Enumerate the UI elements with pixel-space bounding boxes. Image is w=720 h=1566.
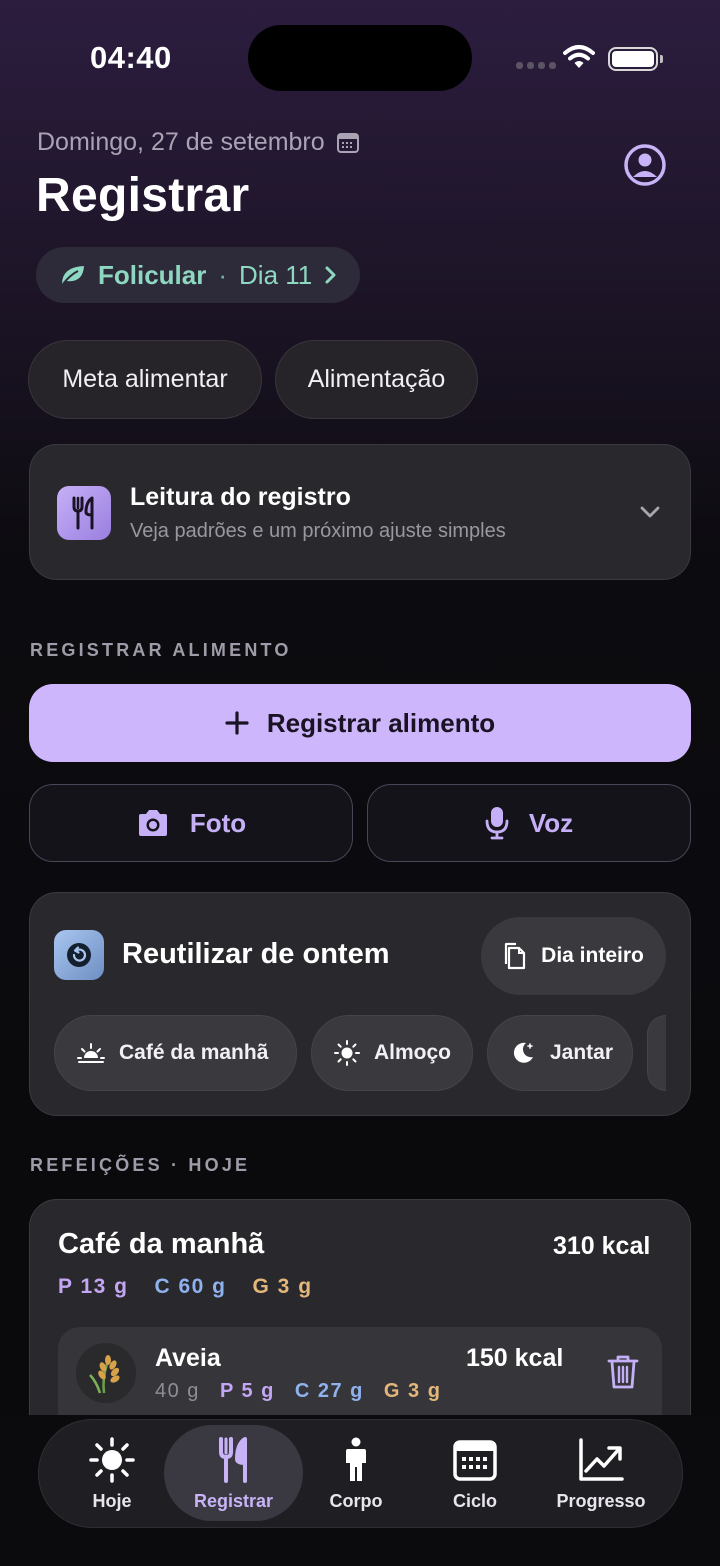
page-title: Registrar xyxy=(36,169,250,222)
register-food-button[interactable]: Registrar alimento xyxy=(29,684,691,762)
food-item-protein: P 5 g xyxy=(219,1380,275,1402)
trend-chart-icon xyxy=(579,1438,624,1481)
phase-separator: · xyxy=(218,259,228,290)
reuse-lunch-chip[interactable]: Almoço xyxy=(311,1015,473,1091)
section-heading-log: REGISTRAR ALIMENTO xyxy=(30,640,292,660)
tab-registrar[interactable]: Registrar xyxy=(164,1425,303,1521)
leaf-icon xyxy=(62,266,84,285)
sunrise-icon xyxy=(77,1043,105,1063)
tab-ciclo[interactable]: Ciclo xyxy=(430,1425,520,1521)
reuse-dinner-chip[interactable]: Jantar xyxy=(487,1015,633,1091)
whole-day-button[interactable]: Dia inteiro xyxy=(481,917,666,995)
body-figure-icon xyxy=(346,1437,366,1481)
reuse-breakfast-label: Café da manhã xyxy=(119,1041,269,1064)
meal-carbs: C 60 g xyxy=(154,1275,227,1298)
tab-hoje-label: Hoje xyxy=(92,1491,132,1511)
reuse-title: Reutilizar de ontem xyxy=(122,938,390,970)
dynamic-island xyxy=(248,25,472,91)
reuse-next-chip[interactable] xyxy=(647,1015,666,1091)
insight-title: Leitura do registro xyxy=(130,483,351,511)
plus-icon xyxy=(225,711,249,735)
wifi-icon xyxy=(563,45,595,68)
tab-progresso[interactable]: Progresso xyxy=(547,1425,655,1521)
trash-icon[interactable] xyxy=(607,1354,639,1390)
meal-fat: G 3 g xyxy=(252,1275,313,1298)
meal-protein: P 13 g xyxy=(58,1275,129,1298)
cellular-signal-icon xyxy=(516,62,556,69)
food-item-fat: G 3 g xyxy=(383,1380,442,1402)
chevron-right-icon xyxy=(325,266,336,284)
meal-macros: P 13 g C 60 g G 3 g xyxy=(58,1275,313,1299)
voice-button[interactable]: Voz xyxy=(367,784,691,862)
register-food-label: Registrar alimento xyxy=(266,707,496,738)
sun-icon xyxy=(334,1040,360,1066)
food-item-carbs: C 27 g xyxy=(294,1380,364,1402)
section-heading-meals: REFEIÇÕES · HOJE xyxy=(30,1155,251,1175)
meal-name: Café da manhã xyxy=(58,1228,265,1260)
reuse-dinner-label: Jantar xyxy=(550,1041,614,1064)
microphone-icon xyxy=(485,807,509,840)
tab-corpo[interactable]: Corpo xyxy=(312,1425,400,1521)
fork-knife-icon xyxy=(57,486,111,540)
chevron-down-icon[interactable] xyxy=(636,500,664,524)
food-item-weight: 40 g xyxy=(155,1380,200,1402)
tab-progresso-label: Progresso xyxy=(556,1491,646,1511)
reuse-breakfast-chip[interactable]: Café da manhã xyxy=(54,1015,297,1091)
tab-corpo-label: Corpo xyxy=(329,1491,383,1511)
chip-alimentacao[interactable]: Alimentação xyxy=(275,340,478,419)
camera-icon xyxy=(138,810,167,836)
tab-hoje[interactable]: Hoje xyxy=(64,1425,160,1521)
food-item-kcal: 150 kcal xyxy=(466,1344,564,1372)
chip-meta-alimentar[interactable]: Meta alimentar xyxy=(28,340,262,419)
insight-card[interactable] xyxy=(29,444,691,580)
phase-name: Folicular xyxy=(98,259,207,290)
calendar-icon xyxy=(453,1440,497,1481)
photo-button[interactable]: Foto xyxy=(29,784,353,862)
food-item-name: Aveia xyxy=(155,1344,221,1372)
tab-ciclo-label: Ciclo xyxy=(452,1491,497,1511)
reuse-lunch-label: Almoço xyxy=(374,1041,452,1064)
status-time: 04:40 xyxy=(90,40,172,75)
date-text: Domingo, 27 de setembro xyxy=(37,128,325,156)
whole-day-label: Dia inteiro xyxy=(541,944,644,967)
moon-icon xyxy=(513,1042,533,1063)
copy-document-icon xyxy=(505,942,526,970)
reuse-icon xyxy=(54,930,104,980)
tab-registrar-label: Registrar xyxy=(193,1491,274,1511)
fork-knife-icon xyxy=(218,1437,247,1483)
food-item-macros: 40 g P 5 g C 27 g G 3 g xyxy=(155,1380,441,1403)
voice-label: Voz xyxy=(528,807,574,838)
meal-kcal: 310 kcal xyxy=(553,1232,651,1260)
date-label[interactable]: Domingo, 27 de setembro xyxy=(37,128,359,157)
photo-label: Foto xyxy=(189,807,247,838)
battery-icon xyxy=(608,47,663,71)
insight-subtitle: Veja padrões e um próximo ajuste simples xyxy=(130,520,506,542)
phase-day: Dia 11 xyxy=(239,259,313,290)
profile-icon[interactable] xyxy=(623,143,667,187)
calendar-icon xyxy=(336,132,359,153)
sun-icon xyxy=(89,1437,135,1483)
oat-icon xyxy=(76,1343,136,1403)
cycle-phase-badge[interactable]: Folicular · Dia 11 xyxy=(36,247,361,303)
